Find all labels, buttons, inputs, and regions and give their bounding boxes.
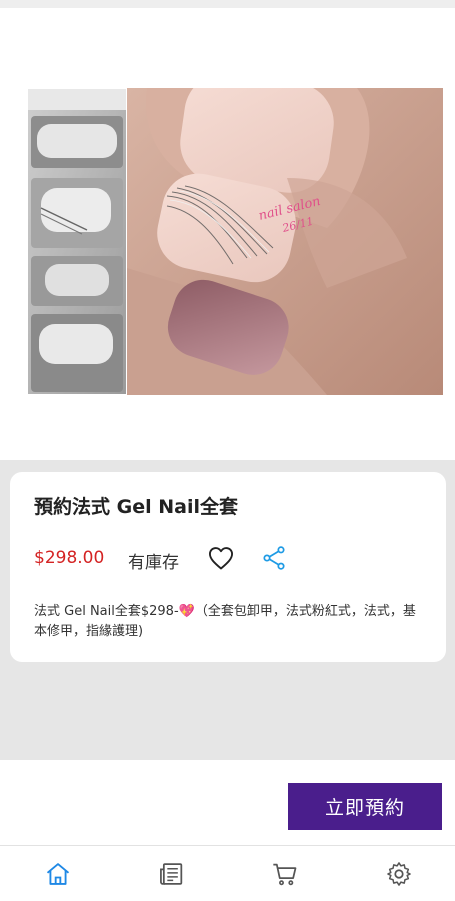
product-title: 預約法式 Gel Nail全套 xyxy=(34,496,238,518)
share-icon[interactable] xyxy=(260,544,288,572)
product-description: 法式 Gel Nail全套$298-💖（全套包卸甲，法式粉紅式，法式，基本修甲，… xyxy=(34,604,416,639)
settings-icon[interactable] xyxy=(385,860,413,888)
product-info-card: 預約法式 Gel Nail全套 $298.00 有庫存 法式 Gel Nail全… xyxy=(10,472,446,662)
heart-icon[interactable] xyxy=(207,544,235,572)
news-icon[interactable] xyxy=(158,860,186,888)
top-status-strip xyxy=(0,0,455,8)
cart-icon[interactable] xyxy=(271,860,299,888)
home-icon[interactable] xyxy=(44,860,72,888)
book-now-button[interactable]: 立即預約 xyxy=(288,783,442,830)
stock-status: 有庫存 xyxy=(128,553,179,573)
product-photo[interactable]: nail salon 26/11 xyxy=(27,88,443,395)
product-image-area: nail salon 26/11 xyxy=(0,8,455,460)
product-price: $298.00 xyxy=(34,548,105,568)
bottom-nav xyxy=(0,845,455,901)
